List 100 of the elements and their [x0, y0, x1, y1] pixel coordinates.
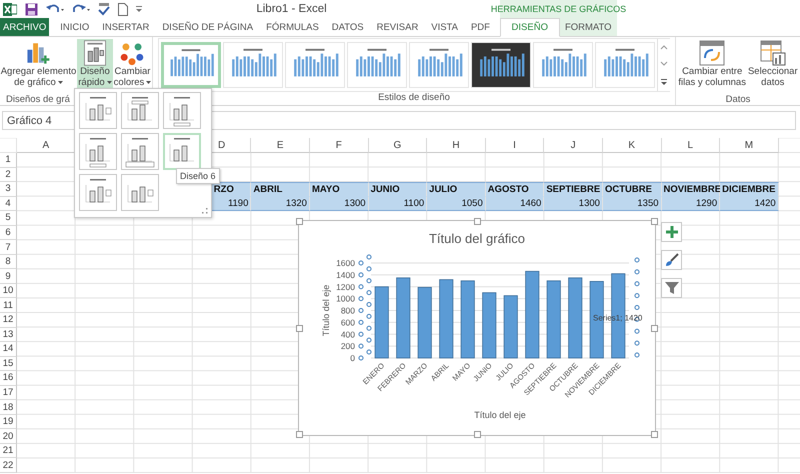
ribbon-tab[interactable]: VISTA [429, 18, 460, 36]
layout-option[interactable] [163, 92, 201, 129]
row-header[interactable]: 14 [0, 342, 17, 357]
chart-style-thumbnail[interactable] [409, 42, 469, 88]
caret-icon [146, 81, 152, 84]
column-header[interactable]: I [486, 138, 544, 153]
ribbon-button[interactable]: Cambiar entre filas y columnas [677, 39, 747, 91]
bar[interactable] [568, 277, 582, 358]
chart-side-button[interactable] [661, 278, 682, 298]
customize-toolbar-icon[interactable] [136, 5, 142, 13]
row-header[interactable]: 16 [0, 371, 17, 386]
column-header[interactable]: H [427, 138, 486, 153]
ribbon-button[interactable]: Seleccionar datos [746, 39, 799, 91]
layout-option[interactable] [121, 174, 159, 211]
column-header[interactable]: F [310, 138, 369, 153]
resize-handle[interactable] [651, 218, 658, 225]
row-header[interactable]: 6 [0, 226, 17, 240]
scroll-down-icon[interactable] [660, 60, 668, 67]
bar[interactable] [546, 280, 561, 358]
row-header[interactable]: 2 [0, 168, 17, 182]
chart-style-thumbnail[interactable] [471, 42, 531, 88]
bar[interactable] [525, 270, 540, 358]
new-document-icon[interactable] [118, 2, 128, 16]
bar[interactable] [504, 295, 518, 358]
layout-option[interactable] [79, 133, 117, 170]
row-header[interactable]: 15 [0, 356, 17, 372]
undo-icon[interactable] [46, 3, 64, 15]
bar[interactable] [460, 280, 475, 358]
row-header[interactable]: 20 [0, 429, 17, 444]
bar[interactable] [418, 286, 432, 358]
redo-icon[interactable] [72, 3, 90, 15]
bar[interactable] [374, 286, 389, 358]
resize-handle[interactable] [651, 431, 658, 438]
resize-handle[interactable] [474, 431, 481, 438]
column-header[interactable]: L [662, 138, 720, 153]
column-header[interactable]: E [251, 138, 310, 153]
row-header[interactable]: 11 [0, 298, 17, 314]
chart-style-thumbnail[interactable] [595, 42, 655, 88]
layout-option[interactable] [79, 92, 117, 129]
resize-handle[interactable] [651, 325, 658, 332]
row-header[interactable]: 22 [0, 458, 17, 474]
more-styles-icon[interactable] [660, 78, 668, 86]
bar[interactable] [439, 279, 454, 358]
column-header[interactable]: J [544, 138, 603, 153]
spell-check-icon[interactable] [98, 2, 110, 16]
layout-option[interactable] [163, 133, 201, 170]
resize-grip-icon[interactable] [202, 208, 208, 214]
column-header[interactable]: K [602, 138, 662, 153]
ribbon-tab[interactable]: DISEÑO [500, 18, 560, 37]
table-cell: NOVIEMBRE [662, 182, 720, 197]
table-cell: 1300 [544, 196, 603, 212]
row-header[interactable]: 9 [0, 269, 17, 284]
layout-option[interactable] [79, 174, 117, 211]
resize-handle[interactable] [474, 218, 481, 225]
ribbon-tab[interactable]: FÓRMULAS [264, 18, 321, 36]
ribbon-tab[interactable]: DATOS [330, 18, 366, 36]
row-header[interactable]: 21 [0, 444, 17, 458]
layout-option[interactable] [121, 92, 159, 129]
chart-side-button[interactable] [661, 222, 682, 242]
ribbon-button[interactable]: Agregar elemento de gráfico [0, 39, 78, 91]
ribbon-tab[interactable]: DISEÑO DE PÁGINA [160, 18, 256, 36]
save-icon[interactable] [25, 2, 38, 16]
row-header[interactable]: 13 [0, 328, 17, 342]
chart-style-thumbnail[interactable] [533, 42, 593, 88]
chart-style-thumbnail[interactable] [347, 42, 407, 88]
row-header[interactable]: 19 [0, 414, 17, 430]
row-header[interactable]: 1 [0, 153, 17, 168]
ribbon-tab[interactable]: FORMATO [560, 18, 617, 36]
column-header[interactable]: A [17, 138, 76, 153]
row-header[interactable]: 10 [0, 284, 17, 298]
scroll-up-icon[interactable] [660, 44, 668, 50]
ribbon-tab[interactable]: REVISAR [374, 18, 420, 36]
chart-style-thumbnail[interactable] [285, 42, 345, 88]
group-label: Diseños de grá [5, 94, 70, 105]
row-header[interactable]: 18 [0, 400, 17, 415]
ribbon-button[interactable]: Diseño rápido [77, 39, 113, 91]
row-header[interactable]: 17 [0, 386, 17, 400]
ribbon-tab[interactable]: PDF [468, 18, 492, 36]
bar[interactable] [482, 292, 496, 358]
ribbon-tab[interactable]: ARCHIVO [0, 18, 50, 36]
row-header[interactable]: 12 [0, 313, 17, 328]
row-header[interactable]: 3 [0, 182, 17, 197]
row-header[interactable]: 8 [0, 254, 17, 270]
chart-side-button[interactable] [661, 250, 682, 270]
row-header[interactable]: 4 [0, 196, 17, 212]
chart-style-thumbnail[interactable] [161, 42, 221, 88]
column-header[interactable]: M [720, 138, 779, 153]
chart-style-thumbnail[interactable] [223, 42, 283, 88]
column-header[interactable]: G [368, 138, 428, 153]
ribbon-tab[interactable]: INICIO [58, 18, 92, 36]
resize-handle[interactable] [296, 325, 303, 332]
ribbon-button[interactable]: Cambiar colores [112, 39, 152, 91]
ribbon-tab[interactable]: INSERTAR [100, 18, 152, 36]
row-header[interactable]: 7 [0, 240, 17, 255]
resize-handle[interactable] [296, 431, 303, 438]
bar[interactable] [396, 277, 410, 358]
resize-handle[interactable] [296, 218, 303, 225]
row-header[interactable]: 5 [0, 211, 17, 226]
table-cell: OCTUBRE [602, 182, 662, 197]
layout-option[interactable] [121, 133, 159, 170]
